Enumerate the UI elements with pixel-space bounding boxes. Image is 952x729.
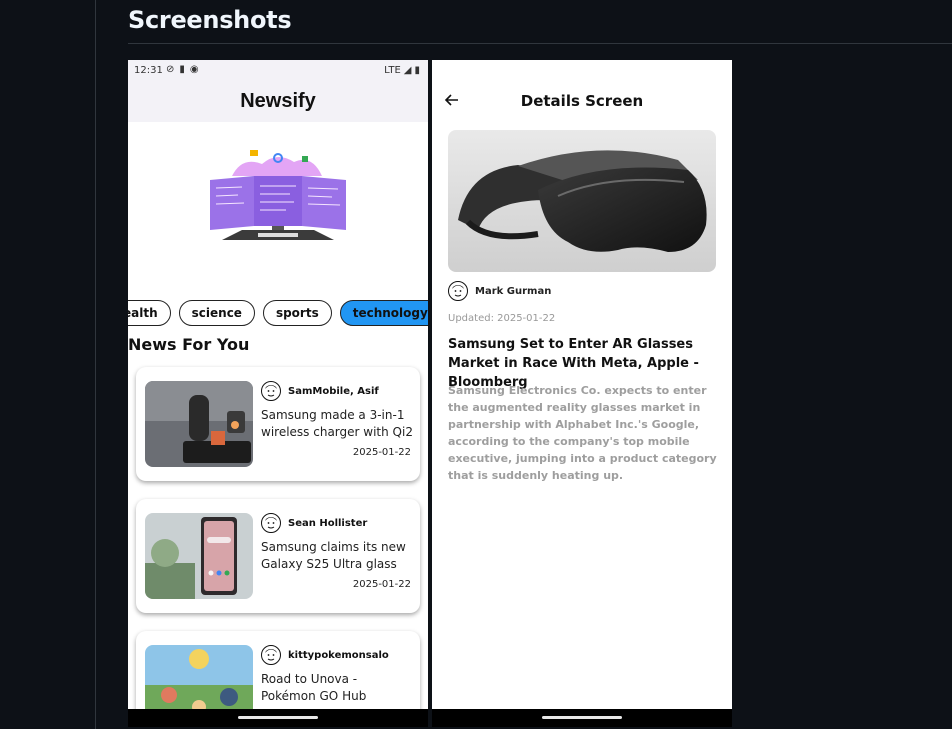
network-label: LTE	[384, 65, 401, 76]
sidebar-divider	[95, 0, 96, 729]
section-title: Screenshots	[128, 6, 292, 34]
article-title: Road to Unova - Pokémon GO Hub	[261, 672, 367, 703]
sim-icon: ▮	[179, 64, 185, 75]
home-handle[interactable]	[238, 716, 318, 719]
chip-sports[interactable]: sports	[262, 300, 332, 326]
notification-icon: ⊘	[166, 64, 175, 75]
details-updated-date: Updated: 2025-01-22	[448, 313, 556, 324]
author-avatar-icon	[448, 281, 468, 301]
signal-icon: ◢	[403, 65, 412, 76]
details-author: Mark Gurman	[475, 286, 552, 297]
article-author: kittypokemonsalo	[288, 650, 389, 661]
news-card[interactable]: SamMobile, Asif Samsung made a 3-in-1 wi…	[136, 367, 420, 481]
status-bar: 12:31 ⊘ ▮ ◉ LTE ◢ ▮	[128, 60, 428, 82]
category-chips: ealth science sports technology	[128, 300, 428, 326]
details-screen-title: Details Screen	[520, 92, 644, 110]
home-handle[interactable]	[542, 716, 622, 719]
details-body: Samsung Electronics Co. expects to enter…	[448, 384, 717, 482]
home-screen-phone: 12:31 ⊘ ▮ ◉ LTE ◢ ▮ Newsify ealth	[128, 60, 428, 727]
chip-technology[interactable]: technology	[339, 300, 428, 326]
news-heading: News For You	[128, 335, 250, 354]
chip-science[interactable]: science	[178, 300, 255, 326]
article-author: Sean Hollister	[288, 518, 368, 529]
article-hero-image	[448, 130, 716, 272]
author-avatar-icon	[261, 645, 281, 665]
author-avatar-icon	[261, 513, 281, 533]
article-thumbnail	[145, 381, 253, 467]
status-time: 12:31	[134, 65, 163, 76]
news-card[interactable]: Sean Hollister Samsung claims its new Ga…	[136, 499, 420, 613]
details-screen-phone: Details Screen Mark Gurman Updated: 2025…	[432, 60, 732, 727]
system-nav-bar	[432, 709, 732, 727]
hero-illustration	[210, 150, 346, 240]
app-bar: Newsify	[128, 82, 428, 122]
article-date: 2025-01-22	[352, 579, 411, 590]
system-nav-bar	[128, 709, 428, 727]
article-date: 2025-01-22	[352, 447, 411, 458]
article-title: Samsung claims its new Galaxy S25 Ultra …	[261, 540, 406, 571]
sync-icon: ◉	[189, 64, 199, 75]
chip-health[interactable]: ealth	[128, 300, 171, 326]
article-title: Samsung made a 3-in-1 wireless charger w…	[261, 408, 413, 439]
article-thumbnail	[145, 513, 253, 599]
author-avatar-icon	[261, 381, 281, 401]
battery-icon: ▮	[414, 65, 420, 76]
title-rule	[128, 43, 952, 44]
article-author: SamMobile, Asif	[288, 386, 379, 397]
app-title: Newsify	[240, 90, 316, 112]
